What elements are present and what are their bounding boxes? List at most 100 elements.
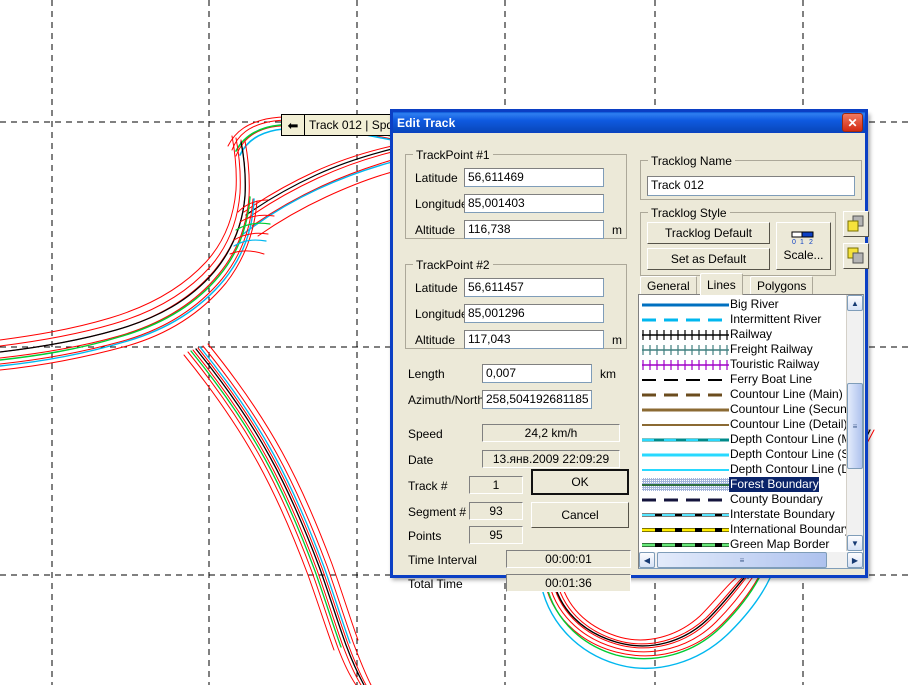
- listbox-vertical-scrollbar[interactable]: ▲ ≡ ▼: [846, 295, 863, 551]
- line-style-label: Green Map Border: [730, 537, 830, 551]
- close-icon[interactable]: ✕: [842, 113, 863, 132]
- edit-track-dialog[interactable]: Edit Track ✕ TrackPoint #1 Latitude 56,6…: [390, 109, 869, 592]
- line-style-row[interactable]: International Boundary: [641, 522, 851, 537]
- date-label: Date: [408, 453, 434, 467]
- line-style-swatch-icon: [641, 312, 729, 327]
- tracklog-default-button[interactable]: Tracklog Default: [647, 222, 770, 244]
- tp1-altitude-unit: m: [612, 223, 622, 237]
- segment-number-label: Segment #: [408, 505, 467, 519]
- tp1-altitude-input[interactable]: 116,738: [464, 220, 604, 239]
- azimuth-label: Azimuth/North: [408, 393, 485, 407]
- set-as-default-button[interactable]: Set as Default: [647, 248, 770, 270]
- line-style-swatch-icon: [641, 477, 729, 492]
- line-style-swatch-icon: [641, 447, 729, 462]
- total-time-value: 00:01:36: [506, 574, 631, 592]
- paste-style-button[interactable]: [843, 243, 869, 269]
- length-label: Length: [408, 367, 445, 381]
- dialog-titlebar[interactable]: Edit Track ✕: [390, 109, 868, 133]
- line-style-swatch-icon: [641, 387, 729, 402]
- cancel-button[interactable]: Cancel: [531, 502, 629, 528]
- tab-polygons[interactable]: Polygons: [750, 276, 814, 295]
- tp2-latitude-input[interactable]: 56,611457: [464, 278, 604, 297]
- line-style-row[interactable]: Railway: [641, 327, 831, 342]
- time-interval-label: Time Interval: [408, 553, 477, 567]
- line-style-swatch-icon: [641, 372, 729, 387]
- line-style-swatch-icon: [641, 492, 729, 507]
- copy-style-button[interactable]: [843, 211, 869, 237]
- trackpoint1-legend: TrackPoint #1: [413, 148, 493, 162]
- line-style-row[interactable]: Countour Line (Main): [641, 387, 843, 402]
- line-style-row[interactable]: Green Map Border: [641, 537, 831, 552]
- tp2-altitude-label: Altitude: [415, 333, 456, 347]
- line-style-row[interactable]: Countour Line (Detail): [641, 417, 847, 432]
- line-style-label: Big River: [730, 297, 779, 311]
- tp1-altitude-label: Altitude: [415, 223, 456, 237]
- trackpoint2-legend: TrackPoint #2: [413, 258, 493, 272]
- tp2-longitude-input[interactable]: 85,001296: [464, 304, 604, 323]
- scroll-right-button[interactable]: ▶: [847, 552, 863, 568]
- line-style-row[interactable]: Depth Contour Line (Detail): [641, 462, 863, 477]
- speed-value: 24,2 km/h: [482, 424, 620, 442]
- scroll-left-button[interactable]: ◀: [639, 552, 655, 568]
- tracklog-name-legend: Tracklog Name: [648, 154, 735, 168]
- line-style-row[interactable]: County Boundary: [641, 492, 831, 507]
- line-style-row[interactable]: Depth Contour Line (Main): [641, 432, 863, 447]
- speed-label: Speed: [408, 427, 443, 441]
- scroll-up-button[interactable]: ▲: [847, 295, 863, 311]
- line-style-swatch-icon: [641, 507, 729, 522]
- line-style-row[interactable]: Big River: [641, 297, 831, 312]
- line-style-swatch-icon: [641, 432, 729, 447]
- line-style-label: Interstate Boundary: [730, 507, 835, 521]
- svg-text:1: 1: [800, 239, 804, 246]
- lines-listbox[interactable]: Big River Intermittent River Railway Freigh…: [638, 294, 864, 569]
- line-style-label: Touristic Railway: [730, 357, 820, 371]
- tp2-latitude-label: Latitude: [415, 281, 458, 295]
- paste-style-icon: [847, 247, 865, 265]
- track-number-value: 1: [469, 476, 523, 494]
- line-style-swatch-icon: [641, 342, 729, 357]
- car-marker-icon: ⬅: [282, 115, 305, 135]
- azimuth-input[interactable]: 258,504192681185: [482, 390, 592, 409]
- line-style-swatch-icon: [641, 357, 729, 372]
- horizontal-scroll-thumb[interactable]: ≡: [657, 552, 827, 568]
- vertical-scroll-thumb[interactable]: ≡: [847, 383, 863, 469]
- line-style-label: Countour Line (Secundary): [730, 402, 864, 416]
- line-style-row[interactable]: Forest Boundary: [641, 477, 831, 492]
- tp2-altitude-input[interactable]: 117,043: [464, 330, 604, 349]
- line-style-row[interactable]: Freight Railway: [641, 342, 831, 357]
- copy-style-icon: [847, 215, 865, 233]
- scale-button[interactable]: 0 1 2 Scale...: [776, 222, 831, 270]
- line-style-swatch-icon: [641, 537, 729, 552]
- tp1-latitude-input[interactable]: 56,611469: [464, 168, 604, 187]
- line-style-label: Depth Contour Line (Sec): [730, 447, 864, 461]
- line-style-swatch-icon: [641, 327, 729, 342]
- line-style-row[interactable]: Depth Contour Line (Sec): [641, 447, 863, 462]
- line-style-row[interactable]: Ferry Boat Line: [641, 372, 831, 387]
- date-value: 13.янв.2009 22:09:29: [482, 450, 620, 468]
- segment-number-value: 93: [469, 502, 523, 520]
- length-input[interactable]: 0,007: [482, 364, 592, 383]
- lines-listbox-rows: Big River Intermittent River Railway Freigh…: [641, 297, 863, 552]
- svg-text:0: 0: [792, 239, 796, 246]
- tp2-altitude-unit: m: [612, 333, 622, 347]
- tp1-longitude-input[interactable]: 85,001403: [464, 194, 604, 213]
- line-style-label: Countour Line (Detail): [730, 417, 848, 431]
- line-style-swatch-icon: [641, 462, 729, 477]
- line-style-label: Forest Boundary: [729, 477, 819, 492]
- tracklog-name-input[interactable]: Track 012: [647, 176, 855, 196]
- points-value: 95: [469, 526, 523, 544]
- tp1-latitude-label: Latitude: [415, 171, 458, 185]
- scroll-down-button[interactable]: ▼: [847, 535, 863, 551]
- tp1-longitude-label: Longitude: [415, 197, 468, 211]
- line-style-row[interactable]: Interstate Boundary: [641, 507, 835, 522]
- tab-general[interactable]: General: [640, 276, 697, 295]
- listbox-horizontal-scrollbar[interactable]: ◀ ≡ ▶: [639, 552, 863, 568]
- scale-button-label: Scale...: [783, 247, 824, 262]
- ok-button[interactable]: OK: [531, 469, 629, 495]
- tab-lines[interactable]: Lines: [700, 273, 743, 295]
- total-time-label: Total Time: [408, 577, 463, 591]
- line-style-row[interactable]: Intermittent River: [641, 312, 831, 327]
- line-style-row[interactable]: Countour Line (Secundary): [641, 402, 863, 417]
- line-style-row[interactable]: Touristic Railway: [641, 357, 831, 372]
- line-style-label: Freight Railway: [730, 342, 813, 356]
